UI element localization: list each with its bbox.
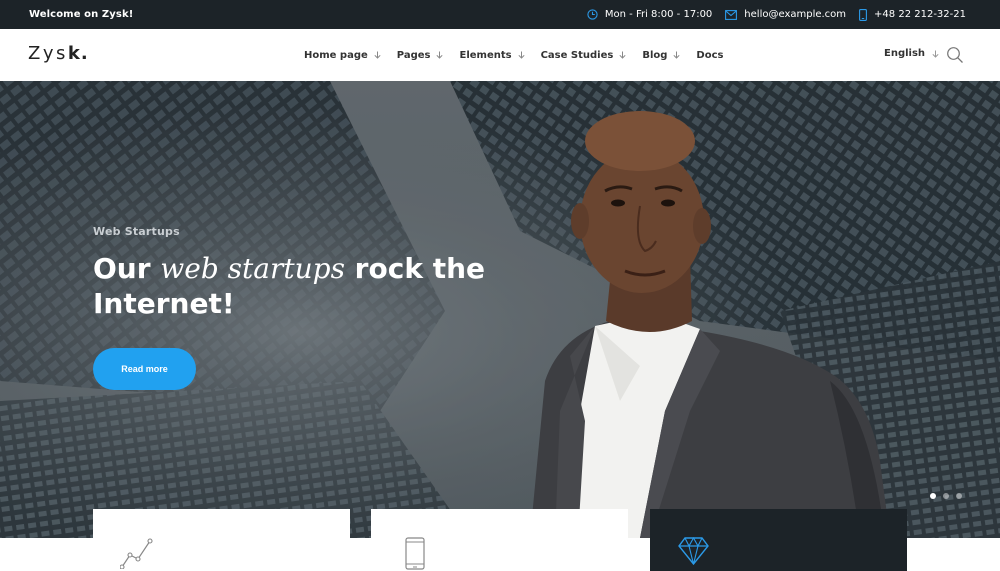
- phone-number[interactable]: +48 22 212-32-21: [874, 9, 966, 20]
- logo-text: Zys: [28, 43, 68, 64]
- welcome-text: Welcome on Zysk!: [29, 9, 134, 20]
- main-navigation: Home page Pages Elements Case Studies Bl…: [304, 29, 739, 81]
- hero-title-part1: Our: [93, 252, 161, 285]
- hours-text: Mon - Fri 8:00 - 17:00: [604, 9, 713, 20]
- phone-icon: [859, 8, 867, 21]
- nav-label: Elements: [459, 49, 512, 61]
- contact-info: Mon - Fri 8:00 - 17:00 hello@example.com…: [574, 8, 966, 21]
- nav-label: Home page: [304, 49, 368, 61]
- slider-dot-3[interactable]: [956, 493, 962, 499]
- nav-item-pages[interactable]: Pages: [397, 50, 444, 61]
- hero-slider: Web Startups Our web startups rock the I…: [0, 81, 1000, 538]
- language-selector[interactable]: English: [884, 48, 939, 59]
- hero-title: Our web startups rock the Internet!: [93, 251, 513, 321]
- feature-card-2[interactable]: [371, 509, 628, 571]
- opening-hours: Mon - Fri 8:00 - 17:00: [587, 9, 712, 20]
- hero-title-italic: web startups: [160, 252, 345, 285]
- feature-card-1[interactable]: [93, 509, 350, 571]
- arrow-down-icon: [932, 50, 939, 58]
- read-more-button[interactable]: Read more: [93, 348, 196, 390]
- arrow-down-icon: [673, 51, 680, 59]
- slider-dot-1[interactable]: [930, 493, 936, 499]
- language-label: English: [884, 48, 926, 59]
- nav-item-home-page[interactable]: Home page: [304, 50, 381, 61]
- nav-label: Case Studies: [540, 49, 614, 61]
- site-logo[interactable]: Zysk.: [28, 43, 89, 64]
- hero-tagline: Web Startups: [93, 225, 180, 238]
- mobile-phone-icon: [405, 537, 425, 570]
- slider-dot-2[interactable]: [943, 493, 949, 499]
- arrow-down-icon: [518, 51, 525, 59]
- arrow-down-icon: [374, 51, 381, 59]
- nav-label: Docs: [696, 49, 724, 61]
- email-contact[interactable]: hello@example.com: [725, 9, 846, 20]
- feature-card-3[interactable]: [650, 509, 907, 571]
- nav-item-blog[interactable]: Blog: [642, 50, 680, 61]
- nav-item-case-studies[interactable]: Case Studies: [541, 50, 627, 61]
- slider-pagination: [930, 493, 962, 499]
- email-link[interactable]: hello@example.com: [744, 9, 846, 20]
- arrow-down-icon: [619, 51, 626, 59]
- main-header: Zysk. Home page Pages Elements Case Stud…: [0, 29, 1000, 81]
- search-icon[interactable]: [946, 46, 964, 64]
- logo-text-bold: k.: [67, 43, 89, 64]
- nav-label: Blog: [642, 49, 668, 61]
- mail-icon: [725, 9, 738, 20]
- growth-chart-icon: [120, 538, 153, 569]
- nav-item-docs[interactable]: Docs: [696, 50, 723, 61]
- nav-item-elements[interactable]: Elements: [459, 49, 525, 61]
- top-bar: Welcome on Zysk! Mon - Fri 8:00 - 17:00 …: [0, 0, 1000, 29]
- phone-contact[interactable]: +48 22 212-32-21: [859, 8, 966, 21]
- clock-icon: [587, 9, 598, 20]
- diamond-icon: [678, 537, 709, 565]
- arrow-down-icon: [436, 51, 444, 59]
- nav-label: Pages: [396, 49, 431, 61]
